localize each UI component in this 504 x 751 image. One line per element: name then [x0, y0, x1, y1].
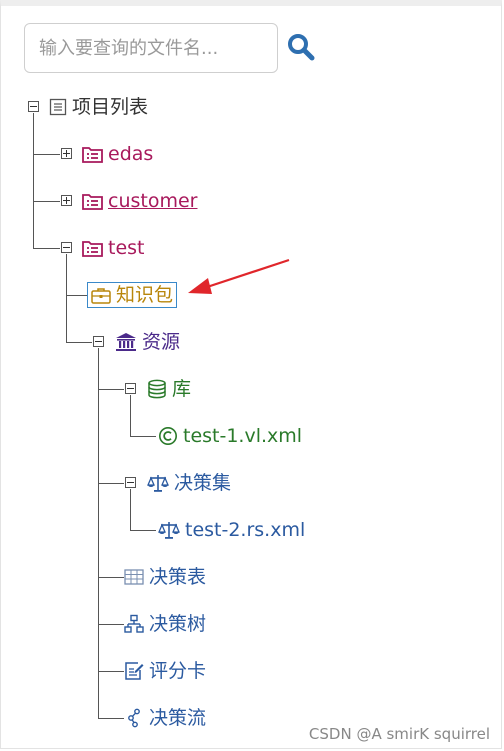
- tree-connector: [33, 201, 60, 202]
- briefcase-icon: [91, 287, 111, 304]
- tree-connector: [98, 624, 124, 625]
- tree-item-resources[interactable]: 资源: [115, 328, 180, 356]
- tree-item-label: 库: [172, 378, 192, 400]
- collapse-toggle-library[interactable]: [125, 383, 136, 394]
- tree-connector: [98, 718, 124, 719]
- copyright-icon: [158, 426, 178, 446]
- list-icon: [49, 98, 67, 116]
- tree-connector: [98, 389, 124, 390]
- tree-item-label: 决策树: [149, 613, 207, 635]
- tree-root-label: 项目列表: [72, 96, 149, 118]
- project-list-icon: [82, 192, 103, 210]
- tree-item-edas[interactable]: edas: [82, 140, 153, 168]
- scale-icon: [158, 520, 180, 540]
- tree-connector: [33, 154, 60, 155]
- tree-connector: [33, 113, 34, 248]
- project-list-icon: [82, 239, 103, 257]
- tree-item-test[interactable]: test: [82, 234, 145, 262]
- tree-connector: [66, 254, 67, 343]
- collapse-toggle-root[interactable]: [28, 101, 39, 112]
- tree-item-label: 知识包: [116, 284, 174, 306]
- tree-item-knowledge-package[interactable]: 知识包: [87, 282, 178, 308]
- scale-icon: [147, 473, 169, 493]
- tree-item-label: 资源: [142, 331, 181, 353]
- tree-item-label: edas: [108, 143, 154, 165]
- tree-item-library-file[interactable]: test-1.vl.xml: [158, 422, 302, 450]
- tree-item-customer[interactable]: customer: [82, 187, 197, 215]
- edit-icon: [124, 661, 144, 681]
- project-tree: 项目列表 edas customer test 知识包 资源 库 test-1.…: [0, 0, 504, 751]
- tree-item-label: test-2.rs.xml: [185, 519, 306, 541]
- tree-item-label: test-1.vl.xml: [183, 425, 303, 447]
- tree-item-label: 决策集: [174, 472, 232, 494]
- tree-item-decision-tree[interactable]: 决策树: [124, 610, 206, 638]
- collapse-toggle-decision-set[interactable]: [125, 477, 136, 488]
- annotation-arrow: [188, 258, 290, 294]
- tree-root[interactable]: 项目列表: [49, 93, 148, 121]
- tree-connector: [98, 671, 124, 672]
- tree-item-scorecard[interactable]: 评分卡: [124, 657, 206, 685]
- tree-connector: [98, 577, 124, 578]
- tree-connector: [33, 248, 60, 249]
- flow-icon: [124, 708, 144, 728]
- tree-item-decision-flow[interactable]: 决策流: [124, 704, 206, 732]
- collapse-toggle-resources[interactable]: [93, 336, 104, 347]
- expand-toggle-customer[interactable]: [61, 195, 72, 206]
- tree-item-label: customer: [108, 190, 198, 212]
- tree-connector: [66, 342, 92, 343]
- tree-item-decision-set-file[interactable]: test-2.rs.xml: [158, 516, 305, 544]
- tree-item-decision-table[interactable]: 决策表: [124, 563, 206, 591]
- tree-connector: [130, 489, 131, 530]
- tree-connector: [130, 530, 156, 531]
- bank-icon: [115, 332, 137, 352]
- tree-item-label: 决策流: [149, 707, 207, 729]
- database-icon: [147, 379, 167, 399]
- sitemap-icon: [124, 614, 144, 634]
- tree-connector: [130, 436, 156, 437]
- tree-item-label: test: [108, 237, 145, 259]
- project-list-icon: [82, 145, 103, 163]
- tree-connector: [98, 348, 99, 718]
- watermark: CSDN @A smirK squirrel: [308, 725, 490, 743]
- tree-connector: [66, 295, 87, 296]
- tree-item-library[interactable]: 库: [147, 375, 191, 403]
- expand-toggle-edas[interactable]: [61, 148, 72, 159]
- table-icon: [124, 568, 144, 586]
- tree-item-decision-set[interactable]: 决策集: [147, 469, 231, 497]
- tree-connector: [98, 483, 124, 484]
- tree-item-label: 评分卡: [149, 660, 207, 682]
- tree-item-label: 决策表: [149, 566, 207, 588]
- collapse-toggle-test[interactable]: [61, 242, 72, 253]
- tree-connector: [130, 395, 131, 436]
